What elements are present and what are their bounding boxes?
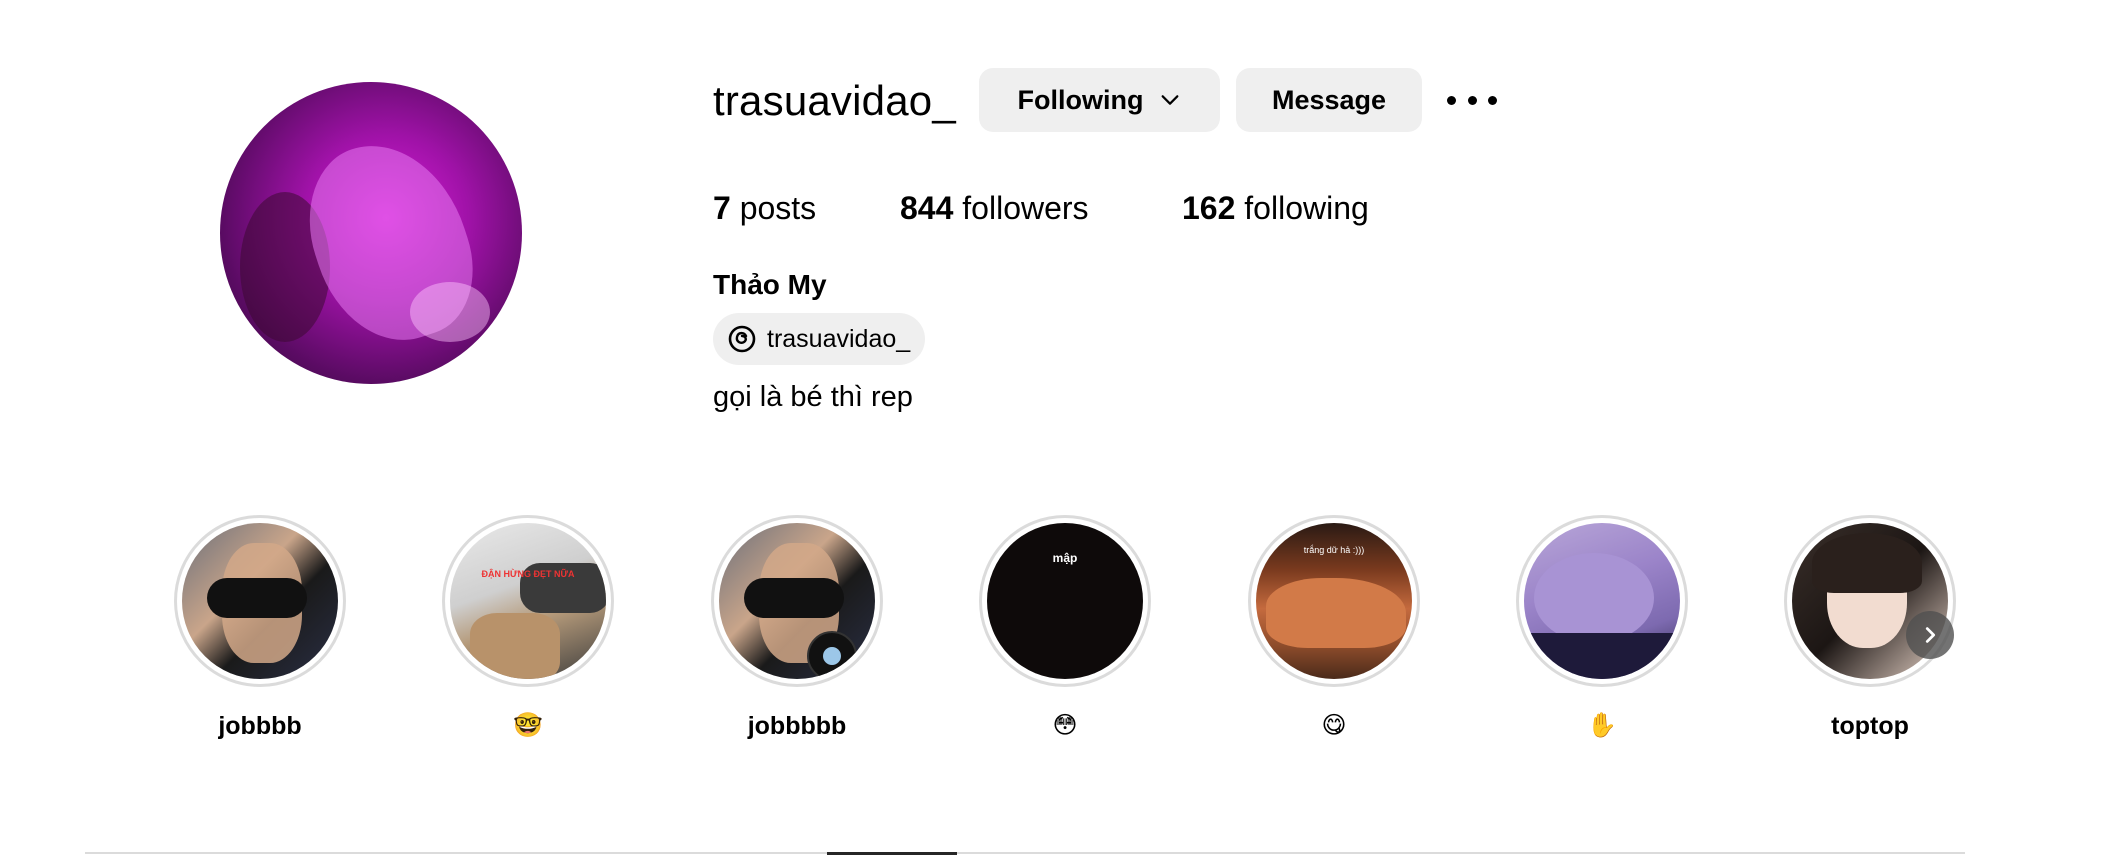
profile-username: trasuavidao_ [713,77,956,124]
highlight-label: jobbbbb [747,712,847,740]
threads-link[interactable]: trasuavidao_ [713,313,925,365]
tabs-divider [85,852,1965,854]
followers-label: followers [962,190,1089,226]
posts-count: 7 [713,190,731,226]
highlight-cover [182,523,338,679]
following-button[interactable]: Following [979,68,1220,132]
posts-label: posts [739,190,817,226]
highlight-cover-text: mập [1052,551,1078,565]
highlight-cover: mập [987,523,1143,679]
highlight-item[interactable]: ĐẬN HỪNG ĐẸT NỮA 🤓 [442,515,614,747]
chevron-down-icon [1162,95,1179,105]
highlight-cover-text: trắng dữ hả :))) [1303,545,1365,555]
highlight-label: 😋 [1321,712,1347,739]
stat-followers[interactable]: 844 followers [900,186,1089,230]
threads-icon [728,325,756,353]
music-disc-icon [807,631,857,679]
highlight-item[interactable]: mập 😳 [979,515,1151,747]
chevron-right-icon[interactable] [1906,611,1954,659]
highlight-overlay-text: ĐẬN HỪNG ĐẸT NỮA [481,569,575,579]
highlight-label: ✋ [1587,712,1617,739]
avatar-highlight [410,282,490,342]
highlight-item[interactable]: jobbbb [174,515,346,747]
highlight-item[interactable]: trắng dữ hả :))) 😋 [1248,515,1420,747]
highlight-cover: ĐẬN HỪNG ĐẸT NỮA [450,523,606,679]
highlight-cover [1524,523,1680,679]
message-button-label: Message [1271,84,1387,115]
following-button-label: Following [1017,84,1144,115]
dot [1467,95,1477,105]
highlight-item[interactable]: jobbbbb [711,515,883,747]
message-button[interactable]: Message [1236,68,1422,132]
threads-handle: trasuavidao_ [767,324,911,353]
dot [1447,95,1456,105]
highlight-cover: trắng dữ hả :))) [1256,523,1412,679]
followers-count: 844 [900,190,954,226]
highlight-label: jobbbb [218,712,302,740]
profile-avatar[interactable] [220,82,522,384]
highlight-label: 😳 [1052,712,1078,739]
dot [1488,95,1497,105]
highlight-item[interactable]: ✋ [1516,515,1688,747]
active-tab-indicator [827,852,957,855]
stat-posts: 7 posts [713,186,816,230]
highlight-label: 🤓 [513,712,543,739]
stat-following[interactable]: 162 following [1182,186,1369,230]
following-count: 162 [1182,190,1236,226]
highlight-cover [719,523,875,679]
next-arrow-glyph [1925,627,1936,643]
following-label: following [1244,190,1369,226]
profile-full-name: Thảo My [713,269,827,300]
more-options-icon[interactable] [1447,80,1497,120]
profile-bio: gọi là bé thì rep [713,381,913,413]
highlight-label: toptop [1831,712,1909,740]
